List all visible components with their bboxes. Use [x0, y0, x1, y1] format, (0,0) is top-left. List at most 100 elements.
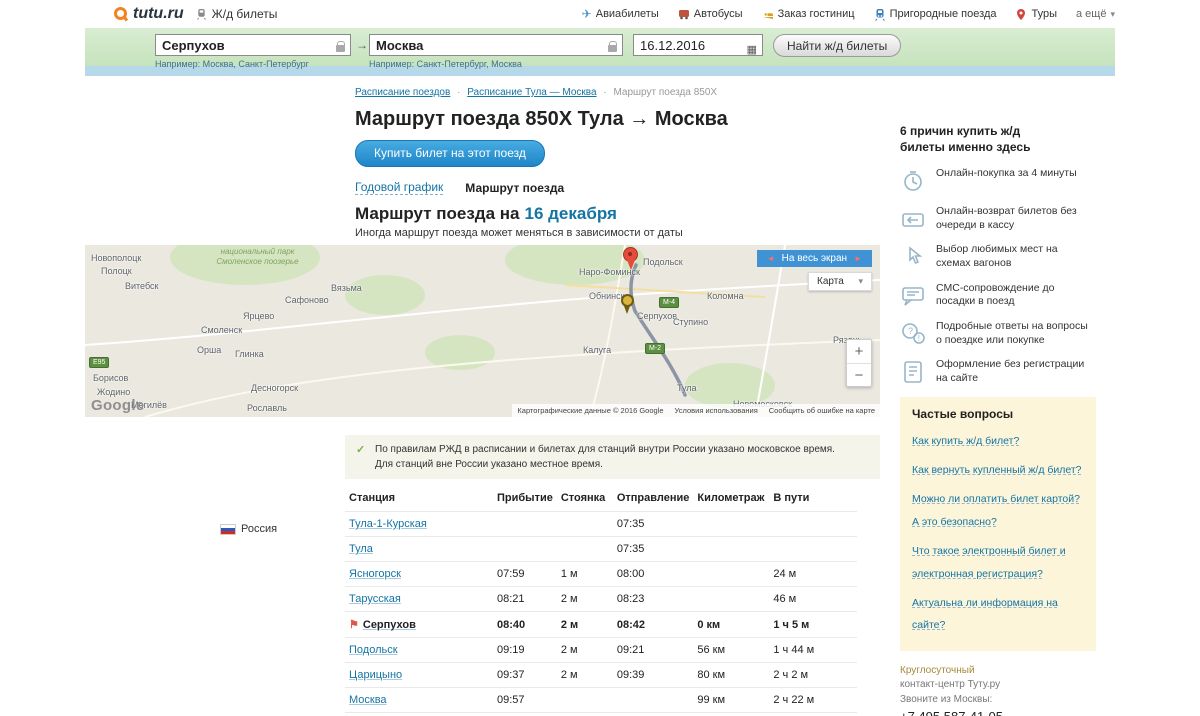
map-city-label: Десногорск — [251, 383, 298, 393]
clock-icon — [900, 167, 936, 194]
route-flag-icon — [349, 619, 363, 631]
faq-title: Частые вопросы — [912, 407, 1084, 421]
route-map[interactable]: национальный парк Смоленское поозерье Но… — [85, 245, 880, 417]
table-row: Тула-1-Курская 07:35 — [345, 512, 857, 537]
svg-text:?: ? — [908, 326, 913, 336]
map-city-label: Сафоново — [285, 295, 329, 305]
logo-text: tutu.ru — [133, 5, 184, 23]
tab-train-route[interactable]: Маршрут поезда — [465, 181, 564, 195]
station-link[interactable]: Тула-1-Курская — [349, 518, 427, 530]
station-link[interactable]: Москва — [349, 694, 387, 706]
road-badge: Е95 — [89, 357, 109, 368]
date-heading: Маршрут поезда на16 декабря — [355, 204, 880, 224]
date-input[interactable] — [633, 34, 763, 56]
reason-item: Выбор любимых мест на схемах вагонов — [900, 243, 1110, 270]
table-row: Тарусская 08:21 2 м 08:23 46 м — [345, 587, 857, 612]
date-field — [633, 34, 763, 56]
faq-link[interactable]: Как вернуть купленный ж/д билет? — [912, 464, 1082, 476]
to-input[interactable] — [369, 34, 623, 56]
find-tickets-button[interactable]: Найти ж/д билеты — [773, 34, 901, 57]
map-city-label: Вязьма — [331, 283, 362, 293]
lock-icon — [608, 45, 617, 52]
nav-item-avia[interactable]: Авиабилеты — [582, 7, 659, 21]
reasons-title: 6 причин купить ж/д билеты именно здесь — [900, 124, 1060, 155]
map-city-label: Ступино — [673, 317, 708, 327]
from-input[interactable] — [155, 34, 351, 56]
road-badge: М-2 — [645, 343, 665, 354]
contact-moscow-label: Звоните из Москвы: — [900, 693, 1110, 708]
contact-center: контакт-центр Туту.ру — [900, 678, 1110, 693]
col-header-distance: Километраж — [693, 487, 769, 512]
buy-ticket-button[interactable]: Купить билет на этот поезд — [355, 140, 545, 167]
hotel-icon — [762, 9, 774, 20]
nav-item-tours[interactable]: Туры — [1015, 8, 1057, 21]
faq-link[interactable]: Как купить ж/д билет? — [912, 435, 1019, 447]
zoom-out-button[interactable]: − — [847, 363, 871, 386]
section-label: Ж/д билеты — [196, 7, 278, 21]
map-city-label: Обнинск — [589, 291, 625, 301]
route-table: Станция Прибытие Стоянка Отправление Кил… — [345, 487, 857, 716]
station-link[interactable]: Царицыно — [349, 669, 402, 681]
map-city-label: Подольск — [643, 257, 683, 267]
breadcrumb-link-schedule[interactable]: Расписание поездов — [355, 87, 450, 98]
station-link[interactable]: Тула — [349, 543, 373, 555]
map-city-label: Глинка — [235, 349, 264, 359]
report-error-link[interactable]: Сообщить об ошибке на карте — [769, 406, 875, 415]
contact-always: Круглосуточный — [900, 664, 1110, 679]
faq-link[interactable]: Можно ли оплатить билет картой? А это бе… — [912, 493, 1080, 527]
tutu-logo[interactable]: tutu.ru — [113, 5, 184, 23]
to-hint: Например: Санкт-Петербург, Москва — [369, 59, 522, 69]
station-link[interactable]: Подольск — [349, 644, 398, 656]
date-link[interactable]: 16 декабря — [525, 204, 617, 223]
attribution-text: Картографические данные © 2016 Google — [517, 406, 663, 415]
plane-icon — [582, 7, 592, 21]
sms-bubble-icon — [900, 282, 936, 309]
google-logo[interactable]: Google — [91, 397, 144, 414]
station-link[interactable]: Ясногорск — [349, 568, 401, 580]
col-header-arrival: Прибытие — [493, 487, 557, 512]
from-field — [155, 34, 351, 56]
fullscreen-button[interactable]: На весь экран — [757, 250, 872, 267]
top-bar: tutu.ru Ж/д билеты Авиабилеты Автобусы — [85, 0, 1115, 28]
map-city-label: Ярцево — [243, 311, 274, 321]
nav-item-bus[interactable]: Автобусы — [678, 8, 743, 20]
map-layer-dropdown[interactable]: Карта — [808, 272, 872, 291]
faq-link[interactable]: Что такое электронный билет и электронна… — [912, 545, 1066, 579]
moscow-phone: +7 495 587-41-05 — [900, 708, 1110, 716]
zoom-in-button[interactable]: + — [847, 340, 871, 363]
nav-item-suburban[interactable]: Пригородные поезда — [874, 8, 997, 21]
bus-icon — [678, 8, 690, 20]
faq-box: Частые вопросы Как купить ж/д билет? Как… — [900, 397, 1096, 651]
nav-item-hotels[interactable]: Заказ гостиниц — [762, 8, 855, 20]
russia-flag-icon — [220, 524, 236, 535]
country-label: Россия — [220, 523, 277, 535]
station-link[interactable]: Серпухов — [363, 619, 416, 631]
breadcrumb: Расписание поездов · Расписание Тула — М… — [355, 87, 880, 98]
map-attribution: Картографические данные © 2016 Google Ус… — [512, 404, 880, 417]
map-city-label: Жодино — [97, 387, 130, 397]
station-link[interactable]: Тарусская — [349, 593, 401, 605]
map-city-label: Орша — [197, 345, 221, 355]
map-city-label: Рославль — [247, 403, 287, 413]
breadcrumb-link-route[interactable]: Расписание Тула — Москва — [467, 87, 596, 98]
destination-marker-icon[interactable] — [623, 247, 638, 262]
timezone-notice: По правилам РЖД в расписании и билетах д… — [345, 435, 880, 479]
page-title: Маршрут поезда 850Х Тула → Москва — [355, 108, 880, 131]
col-header-duration: В пути — [769, 487, 857, 512]
faq-link[interactable]: Актуальна ли информация на сайте? — [912, 597, 1058, 631]
station-marker-icon[interactable] — [621, 294, 634, 307]
rail-section-icon — [196, 8, 207, 20]
document-icon — [900, 358, 936, 385]
chevron-down-icon — [1110, 8, 1115, 20]
map-city-label: Серпухов — [637, 311, 677, 321]
col-header-station: Станция — [345, 487, 493, 512]
table-row: Москва 09:57 99 км 2 ч 22 м — [345, 688, 857, 713]
tab-yearly-schedule[interactable]: Годовой график — [355, 180, 443, 195]
table-row: Подольск 09:19 2 м 09:21 56 км 1 ч 44 м — [345, 638, 857, 663]
nav-item-more[interactable]: а ещё — [1076, 8, 1115, 20]
contact-block: Круглосуточный контакт-центр Туту.ру Зво… — [900, 664, 1110, 716]
terms-link[interactable]: Условия использования — [675, 406, 758, 415]
map-city-label: Калуга — [583, 345, 611, 355]
table-row-highlighted: Серпухов 08:40 2 м 08:42 0 км 1 ч 5 м — [345, 612, 857, 638]
table-row: Ясногорск 07:59 1 м 08:00 24 м — [345, 562, 857, 587]
